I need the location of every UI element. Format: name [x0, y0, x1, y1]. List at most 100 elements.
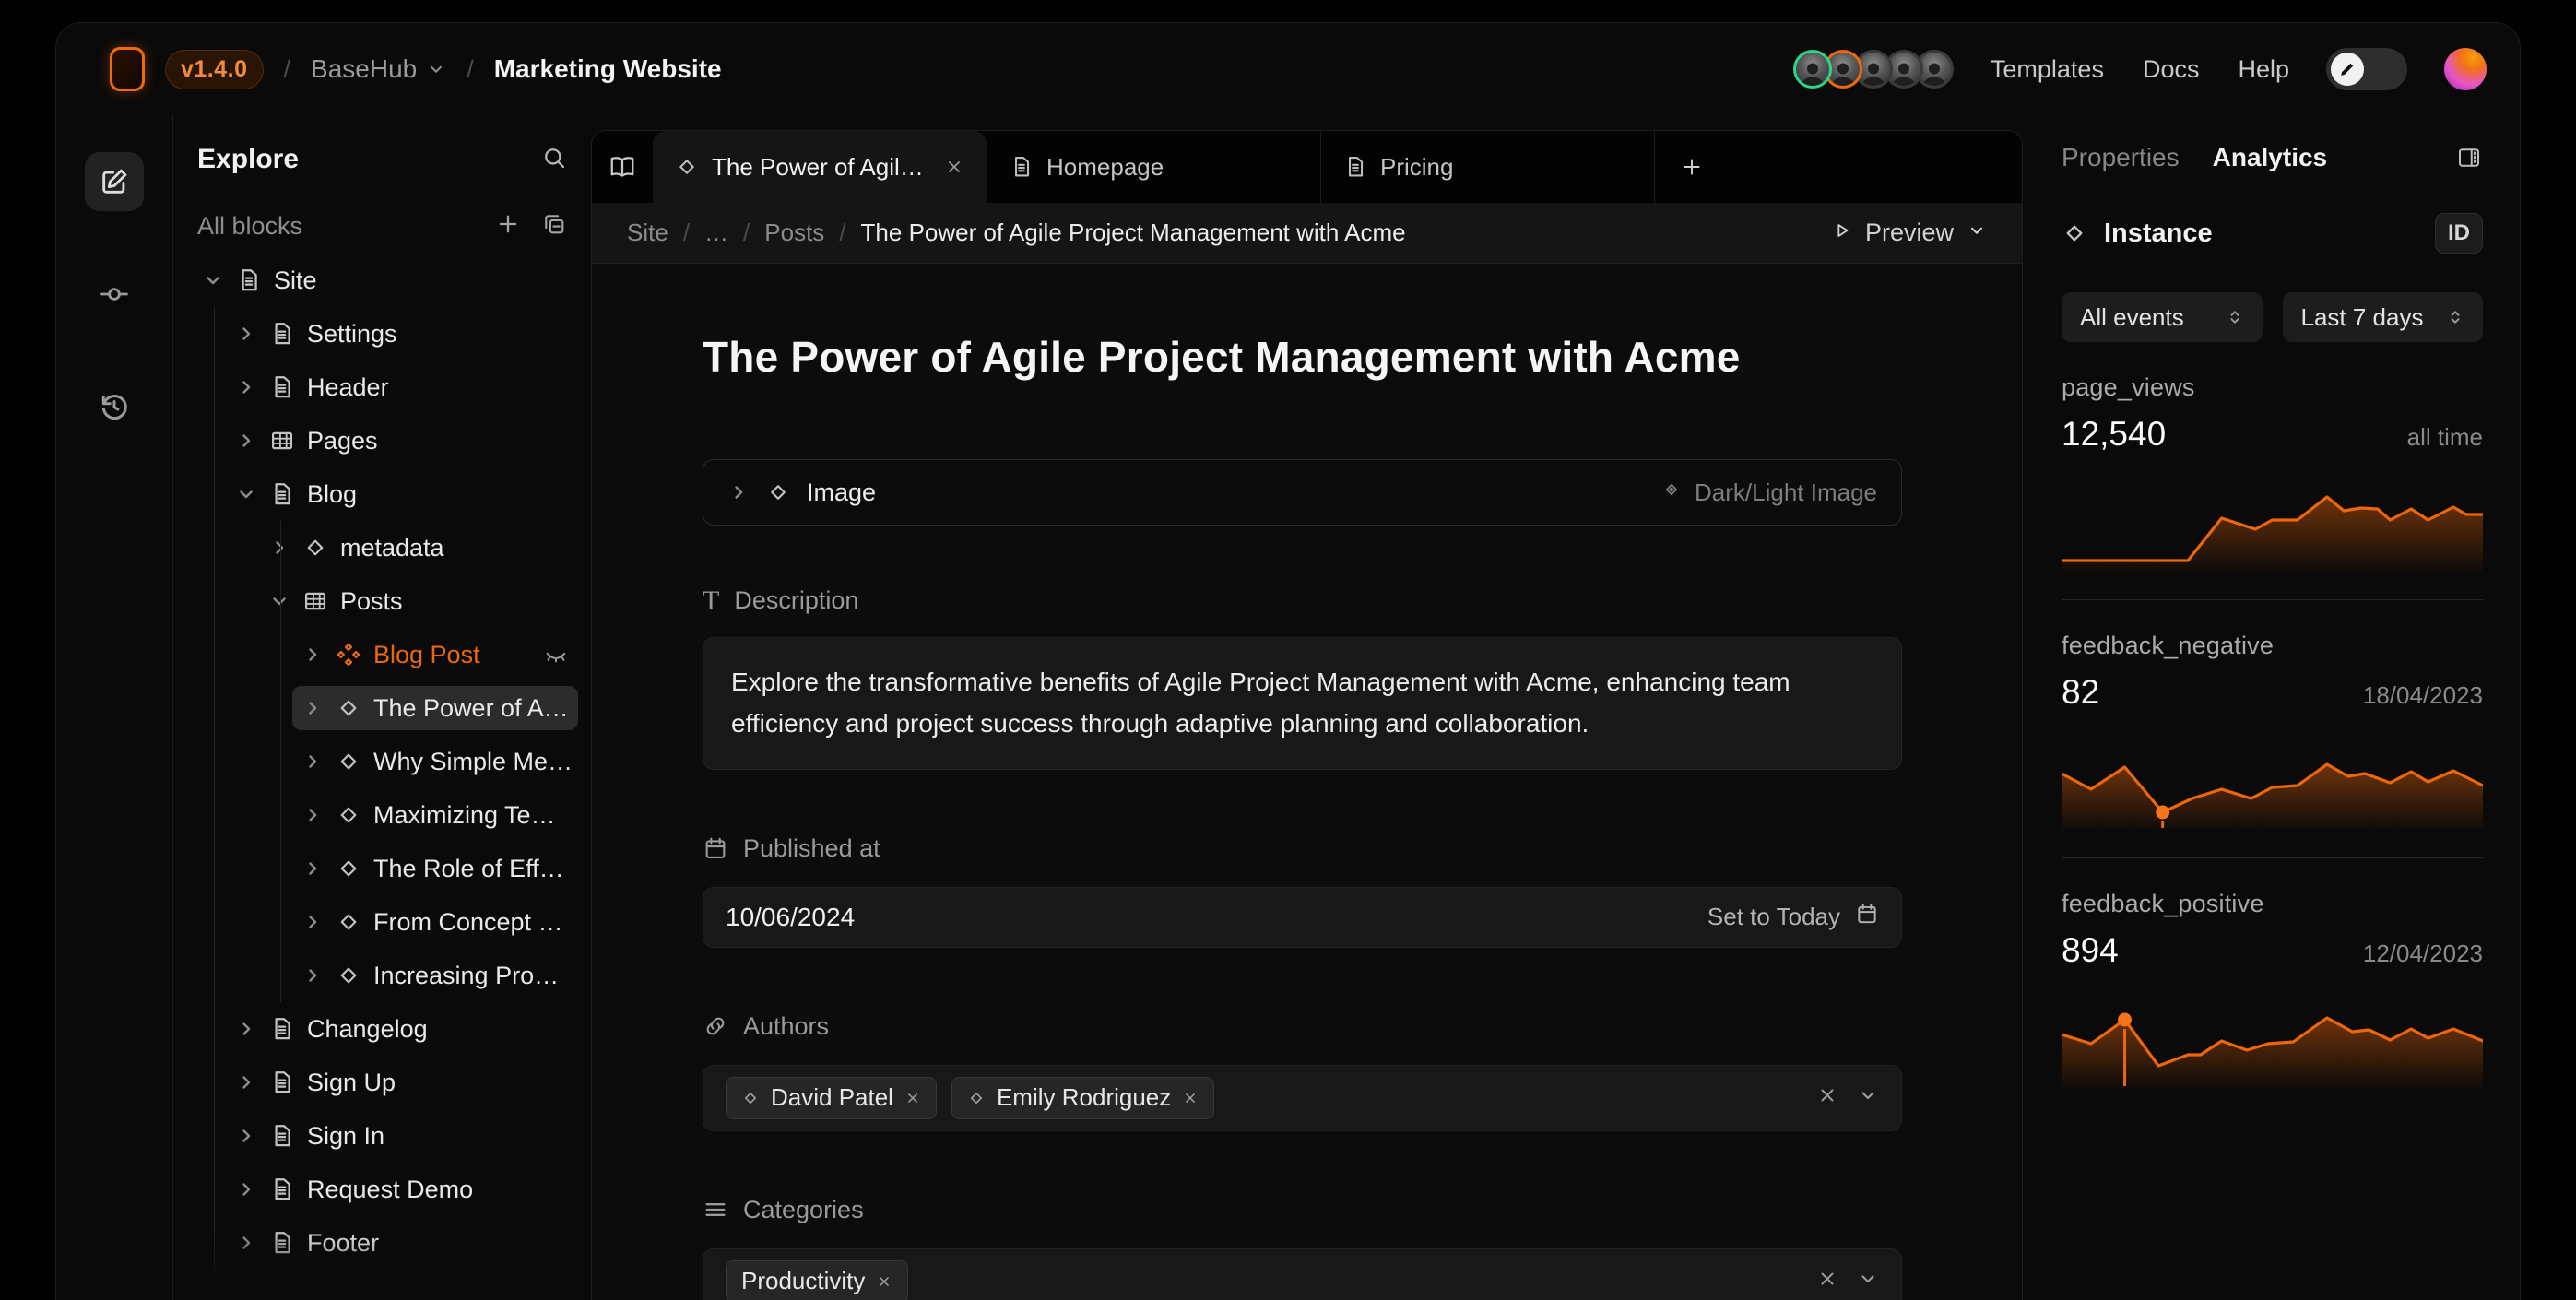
- breadcrumb-segment[interactable]: …: [704, 219, 728, 247]
- id-badge-button[interactable]: ID: [2435, 213, 2483, 254]
- tree-item-the-role-of-eff[interactable]: The Role of Eff…: [173, 842, 591, 895]
- collapse-panel-icon[interactable]: [2455, 144, 2483, 171]
- chevron-right-icon[interactable]: [301, 964, 324, 987]
- chevron-right-icon[interactable]: [235, 1125, 257, 1147]
- tree-item-blog[interactable]: Blog: [173, 467, 591, 521]
- tree-item-label: The Power of A…: [373, 694, 569, 723]
- tree-item-footer[interactable]: Footer: [173, 1216, 591, 1270]
- new-tab-button[interactable]: [1654, 131, 1728, 203]
- remove-chip-icon[interactable]: [1182, 1090, 1199, 1106]
- categories-input[interactable]: Productivity: [703, 1248, 1902, 1300]
- breadcrumb-segment[interactable]: Posts: [764, 219, 824, 247]
- tree-item-header[interactable]: Header: [173, 360, 591, 414]
- project-name[interactable]: Marketing Website: [494, 54, 722, 84]
- topbar-left: v1.4.0 / BaseHub / Marketing Website: [110, 47, 722, 91]
- events-select[interactable]: All events: [2062, 292, 2263, 342]
- chevron-right-icon[interactable]: [235, 430, 257, 452]
- topbar-link-templates[interactable]: Templates: [1991, 55, 2104, 84]
- chevron-right-icon[interactable]: [268, 537, 290, 559]
- tree-item-label: Maximizing Te…: [373, 801, 556, 830]
- tree-item-metadata[interactable]: metadata: [173, 521, 591, 574]
- clear-all-icon[interactable]: [1816, 1268, 1838, 1294]
- tree-item-sign-up[interactable]: Sign Up: [173, 1056, 591, 1109]
- tree-item-maximizing-te[interactable]: Maximizing Te…: [173, 788, 591, 842]
- clear-all-icon[interactable]: [1816, 1084, 1838, 1111]
- chevron-right-icon[interactable]: [235, 1018, 257, 1040]
- tab-properties[interactable]: Properties: [2062, 143, 2180, 172]
- tree-item-pages[interactable]: Pages: [173, 414, 591, 467]
- duplicate-icon[interactable]: [541, 211, 567, 242]
- chip-david-patel[interactable]: David Patel: [726, 1077, 937, 1119]
- tree-item-request-demo[interactable]: Request Demo: [173, 1163, 591, 1216]
- image-field[interactable]: Image Dark/Light Image: [703, 459, 1902, 526]
- topbar-right: Templates Docs Help: [1793, 48, 2487, 90]
- chevron-down-icon[interactable]: [235, 483, 257, 505]
- diamond-icon: [967, 1089, 986, 1107]
- chevron-right-icon[interactable]: [301, 697, 324, 719]
- editor-tab[interactable]: Homepage: [987, 131, 1320, 203]
- tree-item-site[interactable]: Site: [173, 254, 591, 307]
- set-to-today-button[interactable]: Set to Today: [1707, 903, 1840, 931]
- chevron-down-icon[interactable]: [1857, 1268, 1879, 1294]
- user-avatar[interactable]: [2444, 48, 2487, 90]
- basehub-logo[interactable]: [110, 47, 145, 91]
- chip-productivity[interactable]: Productivity: [726, 1260, 908, 1300]
- calendar-icon[interactable]: [1855, 902, 1879, 932]
- add-block-icon[interactable]: [495, 211, 521, 242]
- history-button[interactable]: [85, 377, 144, 436]
- chevron-right-icon[interactable]: [301, 804, 324, 826]
- tree-item-increasing-pro[interactable]: Increasing Pro…: [173, 949, 591, 1002]
- commits-button[interactable]: [85, 265, 144, 324]
- chip-emily-rodriguez[interactable]: Emily Rodriguez: [951, 1077, 1214, 1119]
- org-switcher[interactable]: BaseHub: [311, 54, 446, 84]
- search-icon[interactable]: [541, 145, 567, 175]
- published-date-input[interactable]: 10/06/2024 Set to Today: [703, 887, 1902, 948]
- tree-item-changelog[interactable]: Changelog: [173, 1002, 591, 1056]
- tree-item-sign-in[interactable]: Sign In: [173, 1109, 591, 1163]
- chevron-right-icon[interactable]: [235, 1178, 257, 1200]
- tree-item-from-concept[interactable]: From Concept …: [173, 895, 591, 949]
- remove-chip-icon[interactable]: [904, 1090, 921, 1106]
- topbar-link-help[interactable]: Help: [2238, 55, 2289, 84]
- chevron-right-icon[interactable]: [301, 750, 324, 773]
- tree-item-the-power-of-a[interactable]: The Power of A…: [173, 681, 591, 735]
- tree-item-settings[interactable]: Settings: [173, 307, 591, 360]
- library-book-icon[interactable]: [592, 131, 653, 203]
- chevron-right-icon[interactable]: [235, 376, 257, 398]
- breadcrumb-segment[interactable]: Site: [627, 219, 668, 247]
- tree-item-posts[interactable]: Posts: [173, 574, 591, 628]
- compose-button[interactable]: [85, 152, 144, 211]
- authors-input[interactable]: David Patel Emily Rodriguez: [703, 1065, 1902, 1131]
- remove-chip-icon[interactable]: [876, 1273, 892, 1290]
- categories-label: Categories: [743, 1196, 864, 1224]
- edit-mode-toggle[interactable]: [2326, 48, 2407, 90]
- breadcrumb-separator: /: [839, 219, 845, 247]
- doc-icon: [269, 481, 295, 507]
- tab-analytics[interactable]: Analytics: [2213, 143, 2328, 172]
- chevron-right-icon[interactable]: [235, 323, 257, 345]
- chevron-right-icon[interactable]: [301, 644, 324, 666]
- tree-item-why-simple-me[interactable]: Why Simple Me…: [173, 735, 591, 788]
- categories-label-row: Categories: [703, 1196, 1902, 1224]
- topbar-link-docs[interactable]: Docs: [2143, 55, 2200, 84]
- chevron-right-icon[interactable]: [301, 911, 324, 933]
- metric-period: all time: [2407, 423, 2483, 452]
- collaborator-avatar[interactable]: [1793, 50, 1832, 89]
- range-select[interactable]: Last 7 days: [2283, 292, 2484, 342]
- chevron-right-icon[interactable]: [301, 857, 324, 880]
- chevron-right-icon[interactable]: [235, 1071, 257, 1093]
- eye-closed-icon[interactable]: [543, 642, 569, 668]
- chevron-right-icon[interactable]: [727, 481, 750, 503]
- tree-item-blog-post[interactable]: Blog Post: [173, 628, 591, 681]
- preview-button[interactable]: Preview: [1832, 219, 1987, 247]
- chevron-down-icon[interactable]: [202, 269, 224, 291]
- editor-tab[interactable]: Pricing: [1320, 131, 1654, 203]
- description-input[interactable]: Explore the transformative benefits of A…: [703, 637, 1902, 770]
- close-tab-icon[interactable]: [944, 157, 964, 177]
- metric-value: 82: [2062, 673, 2099, 712]
- chevron-right-icon[interactable]: [235, 1232, 257, 1254]
- chevron-down-icon[interactable]: [1857, 1084, 1879, 1111]
- diamond-icon: [675, 155, 699, 179]
- chevron-down-icon[interactable]: [268, 590, 290, 612]
- editor-tab[interactable]: The Power of Agile…: [653, 131, 987, 203]
